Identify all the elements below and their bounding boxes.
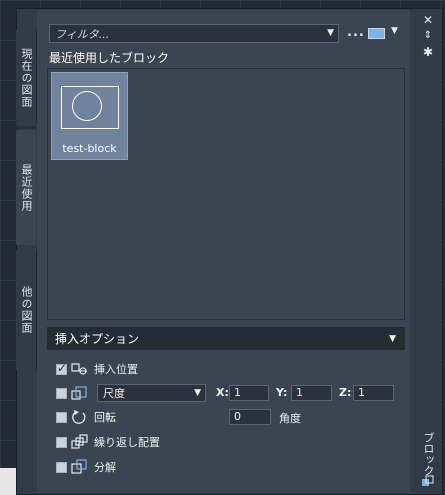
scale-checkbox[interactable]	[56, 387, 67, 399]
filter-placeholder: フィルタ...	[55, 27, 110, 41]
chevron-down-icon[interactable]: ▼	[194, 388, 201, 398]
block-name: test-block	[62, 142, 117, 155]
tab-separator	[16, 126, 36, 129]
palette-title: ブロック	[422, 432, 435, 476]
chevron-down-icon[interactable]: ▼	[327, 25, 334, 42]
repeat-label: 繰り返し配置	[94, 436, 160, 449]
insertion-point-row: 挿入位置	[56, 360, 138, 378]
explode-checkbox[interactable]	[56, 461, 67, 473]
explode-label: 分解	[94, 461, 116, 474]
options-header[interactable]: 挿入オプション ▼	[47, 327, 405, 350]
insertion-point-checkbox[interactable]	[56, 361, 67, 375]
palette-title-bar	[414, 10, 440, 493]
insertion-point-label: 挿入位置	[94, 363, 138, 376]
circle-icon	[72, 91, 102, 121]
tab-current-drawing[interactable]: 現在の図面	[16, 30, 37, 125]
scale-select-value: 尺度	[103, 387, 125, 400]
chevron-down-icon[interactable]: ▼	[391, 26, 398, 36]
x-label: X:	[216, 386, 229, 399]
scale-icon	[71, 386, 87, 400]
angle-label: 角度	[279, 412, 301, 425]
palette-icon	[422, 475, 434, 486]
gear-icon[interactable]: ✱	[421, 45, 435, 59]
repeat-checkbox[interactable]	[56, 436, 67, 448]
insertion-point-icon	[71, 363, 87, 375]
z-scale-input[interactable]: 1	[353, 385, 394, 401]
close-icon[interactable]: ✕	[421, 13, 435, 27]
explode-icon	[71, 459, 87, 474]
filter-input[interactable]: フィルタ... ▼	[49, 24, 339, 43]
options-title: 挿入オプション	[55, 332, 140, 346]
rotation-checkbox[interactable]	[56, 411, 67, 423]
repeat-row: 繰り返し配置	[56, 433, 160, 451]
y-label: Y:	[276, 386, 288, 399]
block-thumbnail	[61, 86, 119, 129]
rotation-angle-input[interactable]: 0	[229, 409, 271, 425]
image-view-icon[interactable]	[368, 28, 385, 39]
rotation-label: 回転	[94, 411, 116, 424]
block-tile[interactable]: test-block	[51, 72, 128, 160]
scale-row	[56, 384, 88, 402]
browse-button[interactable]: ...	[347, 25, 365, 40]
y-scale-input[interactable]: 1	[291, 385, 332, 401]
repeat-placement-icon	[71, 434, 88, 449]
rotation-row: 回転	[56, 408, 116, 426]
z-label: Z:	[339, 386, 352, 399]
scale-select[interactable]: 尺度 ▼	[97, 384, 206, 402]
explode-row: 分解	[56, 458, 116, 476]
autohide-icon[interactable]: ⇕	[421, 30, 435, 41]
tab-other-drawings[interactable]: 他の図面	[16, 250, 37, 370]
rotate-icon	[72, 410, 86, 424]
chevron-down-icon[interactable]: ▼	[389, 334, 396, 344]
section-title: 最近使用したブロック	[49, 51, 170, 65]
x-scale-input[interactable]: 1	[229, 385, 269, 401]
tab-recent[interactable]: 最近使用	[16, 130, 36, 245]
